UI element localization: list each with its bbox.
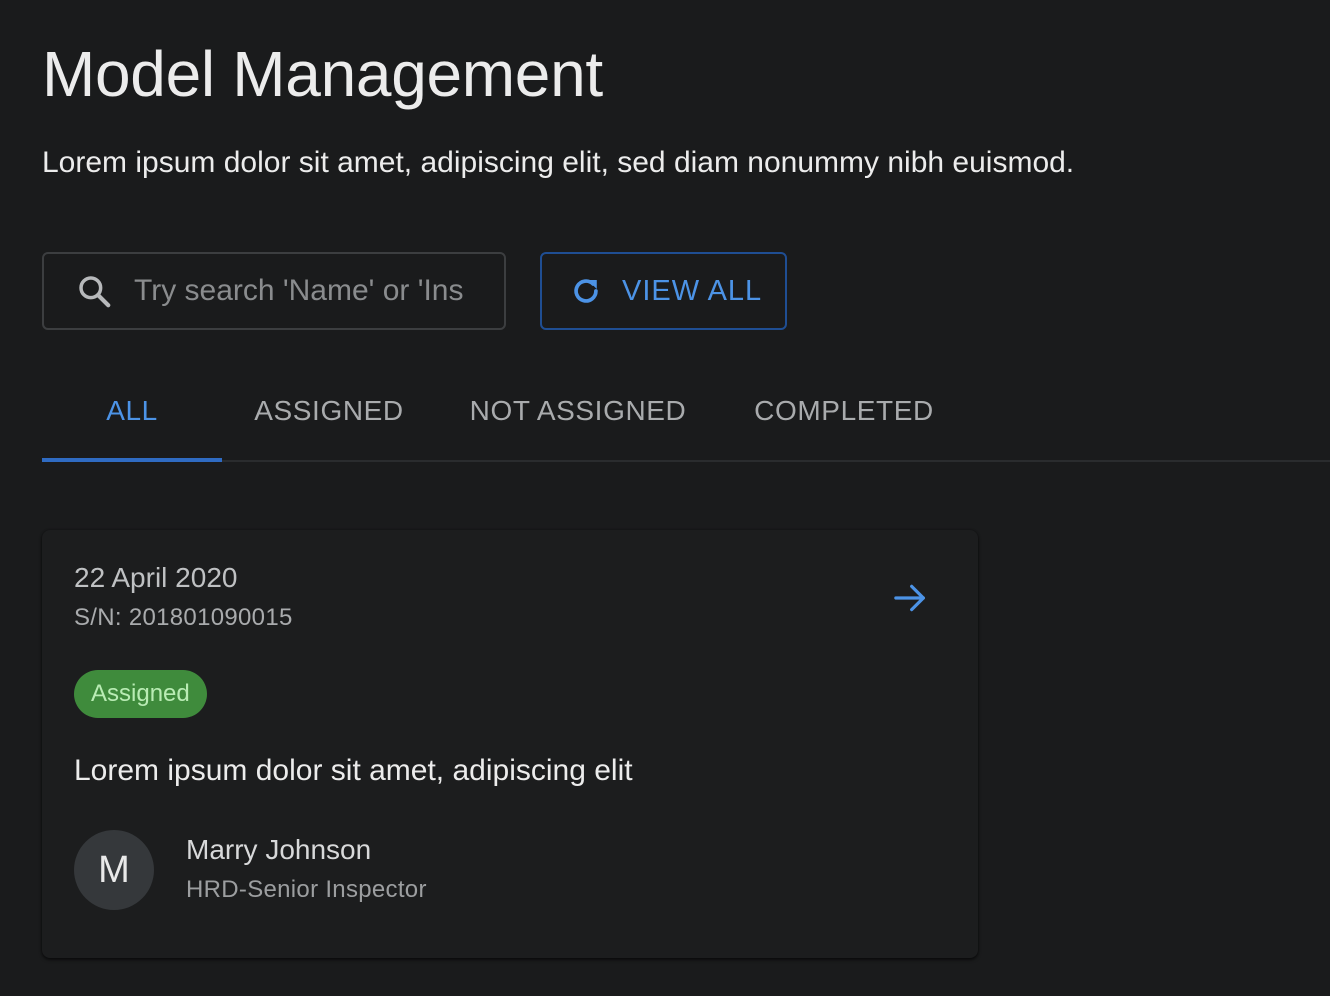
card-description: Lorem ipsum dolor sit amet, adipiscing e… bbox=[74, 754, 633, 787]
page-title: Model Management bbox=[42, 38, 603, 110]
active-tab-indicator bbox=[42, 458, 222, 462]
tab-assigned-label: ASSIGNED bbox=[254, 395, 404, 426]
tab-not-assigned-label: NOT ASSIGNED bbox=[469, 395, 687, 426]
assignee-name: Marry Johnson bbox=[186, 834, 372, 865]
page-subtitle: Lorem ipsum dolor sit amet, adipiscing e… bbox=[42, 146, 1075, 179]
arrow-right-icon[interactable] bbox=[890, 578, 930, 618]
assignee-role: HRD-Senior Inspector bbox=[186, 876, 427, 903]
model-management-page: Model Management Lorem ipsum dolor sit a… bbox=[0, 0, 1330, 996]
avatar-initial: M bbox=[98, 848, 130, 891]
status-badge: Assigned bbox=[74, 670, 207, 718]
tab-all[interactable]: ALL bbox=[42, 362, 222, 460]
tab-completed-label: COMPLETED bbox=[754, 395, 934, 426]
avatar: M bbox=[74, 830, 154, 910]
view-all-button[interactable]: VIEW ALL bbox=[540, 252, 787, 330]
model-card[interactable]: 22 April 2020 S/N: 201801090015 Assigned… bbox=[42, 530, 978, 958]
tab-completed[interactable]: COMPLETED bbox=[720, 362, 968, 460]
tab-assigned[interactable]: ASSIGNED bbox=[222, 362, 436, 460]
card-serial-number: S/N: 201801090015 bbox=[74, 604, 293, 631]
card-date: 22 April 2020 bbox=[74, 562, 238, 593]
status-badge-label: Assigned bbox=[91, 680, 190, 707]
refresh-icon bbox=[568, 273, 604, 309]
view-all-label: VIEW ALL bbox=[622, 274, 763, 307]
search-icon bbox=[74, 271, 114, 311]
search-box[interactable] bbox=[42, 252, 506, 330]
tab-bar: ALL ASSIGNED NOT ASSIGNED COMPLETED bbox=[42, 362, 1330, 462]
tab-all-label: ALL bbox=[106, 395, 158, 426]
tab-not-assigned[interactable]: NOT ASSIGNED bbox=[436, 362, 720, 460]
search-input[interactable] bbox=[134, 274, 480, 308]
